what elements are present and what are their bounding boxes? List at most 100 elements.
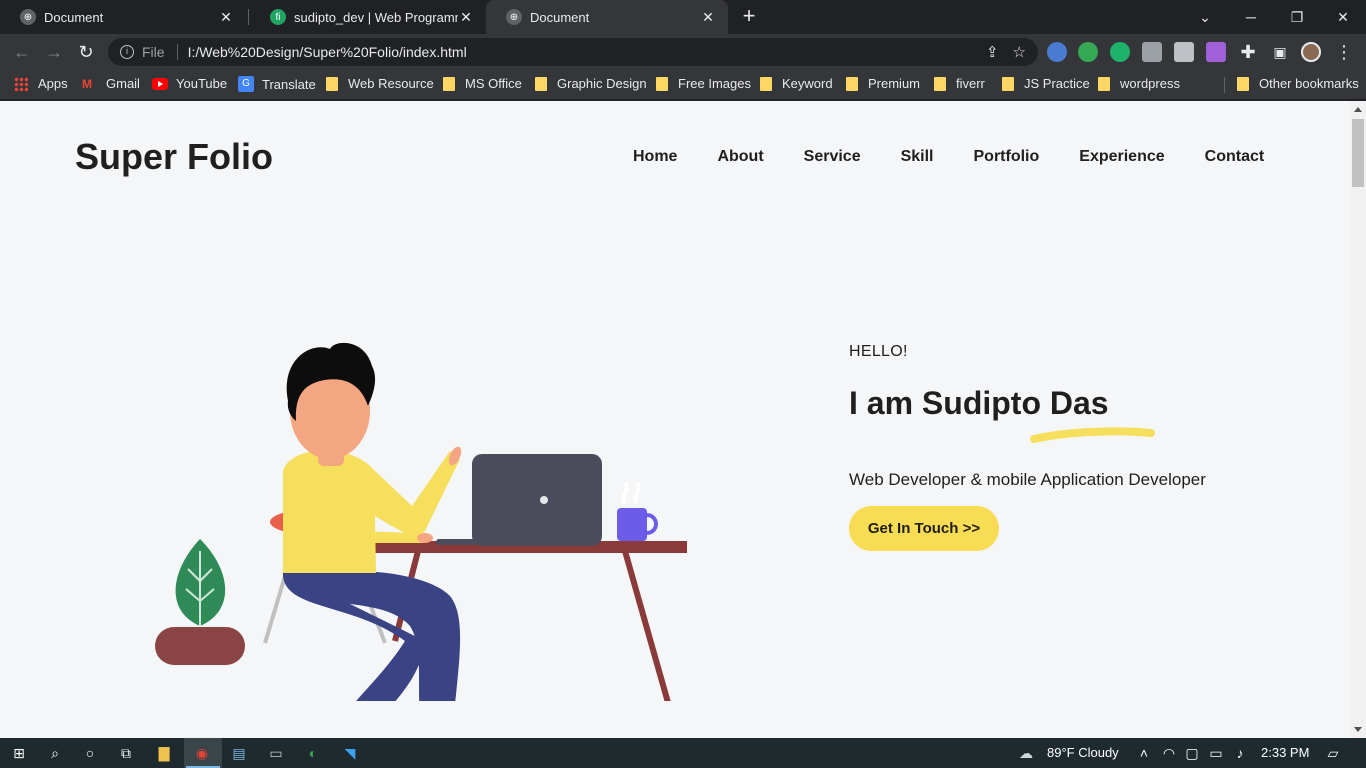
forward-button[interactable]: → [42,40,66,64]
tab-title: Document [530,9,590,25]
url-text[interactable]: I:/Web%20Design/Super%20Folio/index.html [188,44,467,60]
windows-taskbar: ⊞ ⌕ ○ ⧉ ▇ ◉ ▤ ▭ ◐ ◥ ☁ 89°F Cloudy ˄ ◠ ▢ … [0,738,1366,768]
extension-icon[interactable] [1142,42,1162,62]
clock-time[interactable]: 2:33 PM [1261,745,1309,760]
bookmark-apps[interactable]: Apps [14,76,68,91]
bookmark-premium[interactable]: Premium [846,76,920,91]
cortana-icon[interactable]: ○ [80,743,100,763]
file-explorer-icon[interactable]: ▇ [154,743,174,763]
gmail-icon: M [82,76,92,91]
notifications-icon[interactable]: ▱ [1323,743,1343,763]
extension-icon[interactable] [1078,42,1098,62]
restore-button[interactable]: ❐ [1274,0,1320,34]
windows-start-icon[interactable]: ⊞ [9,743,29,763]
globe-icon: ⊕ [20,9,36,25]
laptop-icon [436,454,602,546]
bookmark-free-images[interactable]: Free Images [656,76,751,91]
extensions-puzzle-icon[interactable]: ✚ [1236,40,1260,64]
apps-grid-icon [14,76,28,91]
hero-heading: I am Sudipto Das [849,385,1109,421]
bookmark-wordpress[interactable]: wordpress [1098,76,1180,91]
bookmark-fiverr[interactable]: fiverr [934,76,985,91]
bookmark-web-resource[interactable]: Web Resource [326,76,434,91]
info-icon[interactable]: i [120,45,134,59]
chrome-icon[interactable]: ◉ [192,743,212,763]
tab-document-1[interactable]: ⊕ Document ✕ [0,0,246,34]
vertical-scrollbar[interactable] [1350,101,1366,738]
task-view-icon[interactable]: ⧉ [116,743,136,763]
camera-icon[interactable] [1174,42,1194,62]
bookmark-youtube[interactable]: YouTube [152,76,227,91]
minimize-button[interactable]: ─ [1228,0,1274,34]
reload-button[interactable]: ↻ [74,40,98,64]
feather-icon[interactable] [1206,42,1226,62]
bookmark-label: fiverr [956,76,985,91]
chevron-up-icon[interactable]: ˄ [1134,743,1154,763]
youtube-icon [152,77,168,90]
search-icon[interactable]: ⌕ [45,743,65,763]
close-tab-icon[interactable]: ✕ [458,9,474,26]
bookmark-translate[interactable]: G Translate [238,76,316,92]
browser-toolbar: ← → ↻ i File I:/Web%20Design/Super%20Fol… [0,34,1366,70]
new-tab-button[interactable]: + [738,5,760,27]
web-page: Super Folio Home About Service Skill Por… [0,101,1350,738]
vscode-icon[interactable]: ◥ [340,743,360,763]
app-icon[interactable]: ◐ [303,743,323,763]
extension-icon[interactable] [1047,42,1067,62]
address-bar[interactable]: i File I:/Web%20Design/Super%20Folio/ind… [108,38,1038,66]
tab-document-active[interactable]: ⊕ Document ✕ [486,0,728,34]
globe-icon: ⊕ [506,9,522,25]
bookmark-label: JS Practice [1024,76,1090,91]
back-button[interactable]: ← [10,40,34,64]
hero-illustration [155,342,687,701]
battery-icon[interactable]: ▭ [1206,743,1226,763]
bookmark-keyword[interactable]: Keyword [760,76,833,91]
terminal-icon[interactable]: ▭ [266,743,286,763]
bookmark-js-practice[interactable]: JS Practice [1002,76,1090,91]
scrollbar-thumb[interactable] [1352,119,1364,187]
bookmark-label: Gmail [106,76,140,91]
bookmark-ms-office[interactable]: MS Office [443,76,522,91]
tab-sudipto-dev[interactable]: fi sudipto_dev | Web Programming ✕ [250,0,486,34]
wifi-icon[interactable]: ◠ [1159,743,1179,763]
extension-icon[interactable] [1110,42,1130,62]
volume-icon[interactable]: ♪ [1230,743,1250,763]
scroll-down-arrow-icon[interactable] [1354,727,1362,732]
bookmark-star-icon[interactable]: ☆ [1013,43,1026,61]
hero-greeting: HELLO! [849,343,908,360]
side-panel-icon[interactable]: ▣ [1268,40,1292,64]
nav-contact[interactable]: Contact [1205,148,1265,166]
close-tab-icon[interactable]: ✕ [700,9,716,26]
bookmark-other[interactable]: Other bookmarks [1237,76,1359,91]
tab-title: Document [44,9,104,25]
tab-search-chevron-icon[interactable]: ⌄ [1182,0,1228,34]
nav-skill[interactable]: Skill [901,148,934,166]
get-in-touch-button[interactable]: Get In Touch >> [849,506,999,551]
touch-icon[interactable]: ▢ [1182,743,1202,763]
bookmark-label: Apps [38,76,68,91]
folder-icon [1098,76,1110,91]
nav-service[interactable]: Service [804,148,861,166]
scroll-up-arrow-icon[interactable] [1354,107,1362,112]
nav-experience[interactable]: Experience [1079,148,1164,166]
folder-icon [656,76,668,91]
folder-icon [1237,76,1249,91]
close-window-button[interactable]: ✕ [1320,0,1366,34]
share-icon[interactable]: ⇪ [986,43,999,61]
app-icon[interactable]: ▤ [229,743,249,763]
tab-divider [248,9,249,25]
weather-text[interactable]: 89°F Cloudy [1047,745,1119,760]
nav-portfolio[interactable]: Portfolio [974,148,1040,166]
site-logo[interactable]: Super Folio [75,136,273,178]
nav-home[interactable]: Home [633,148,677,166]
folder-icon [1002,76,1014,91]
plant-icon [155,539,245,665]
nav-about[interactable]: About [717,148,763,166]
close-tab-icon[interactable]: ✕ [218,9,234,26]
bookmark-gmail[interactable]: M Gmail [82,76,140,91]
profile-avatar[interactable] [1301,42,1321,62]
bookmark-label: Other bookmarks [1259,76,1359,91]
menu-kebab-icon[interactable]: ⋮ [1332,40,1356,64]
bookmarks-divider [1224,77,1225,93]
bookmark-graphic-design[interactable]: Graphic Design [535,76,647,91]
